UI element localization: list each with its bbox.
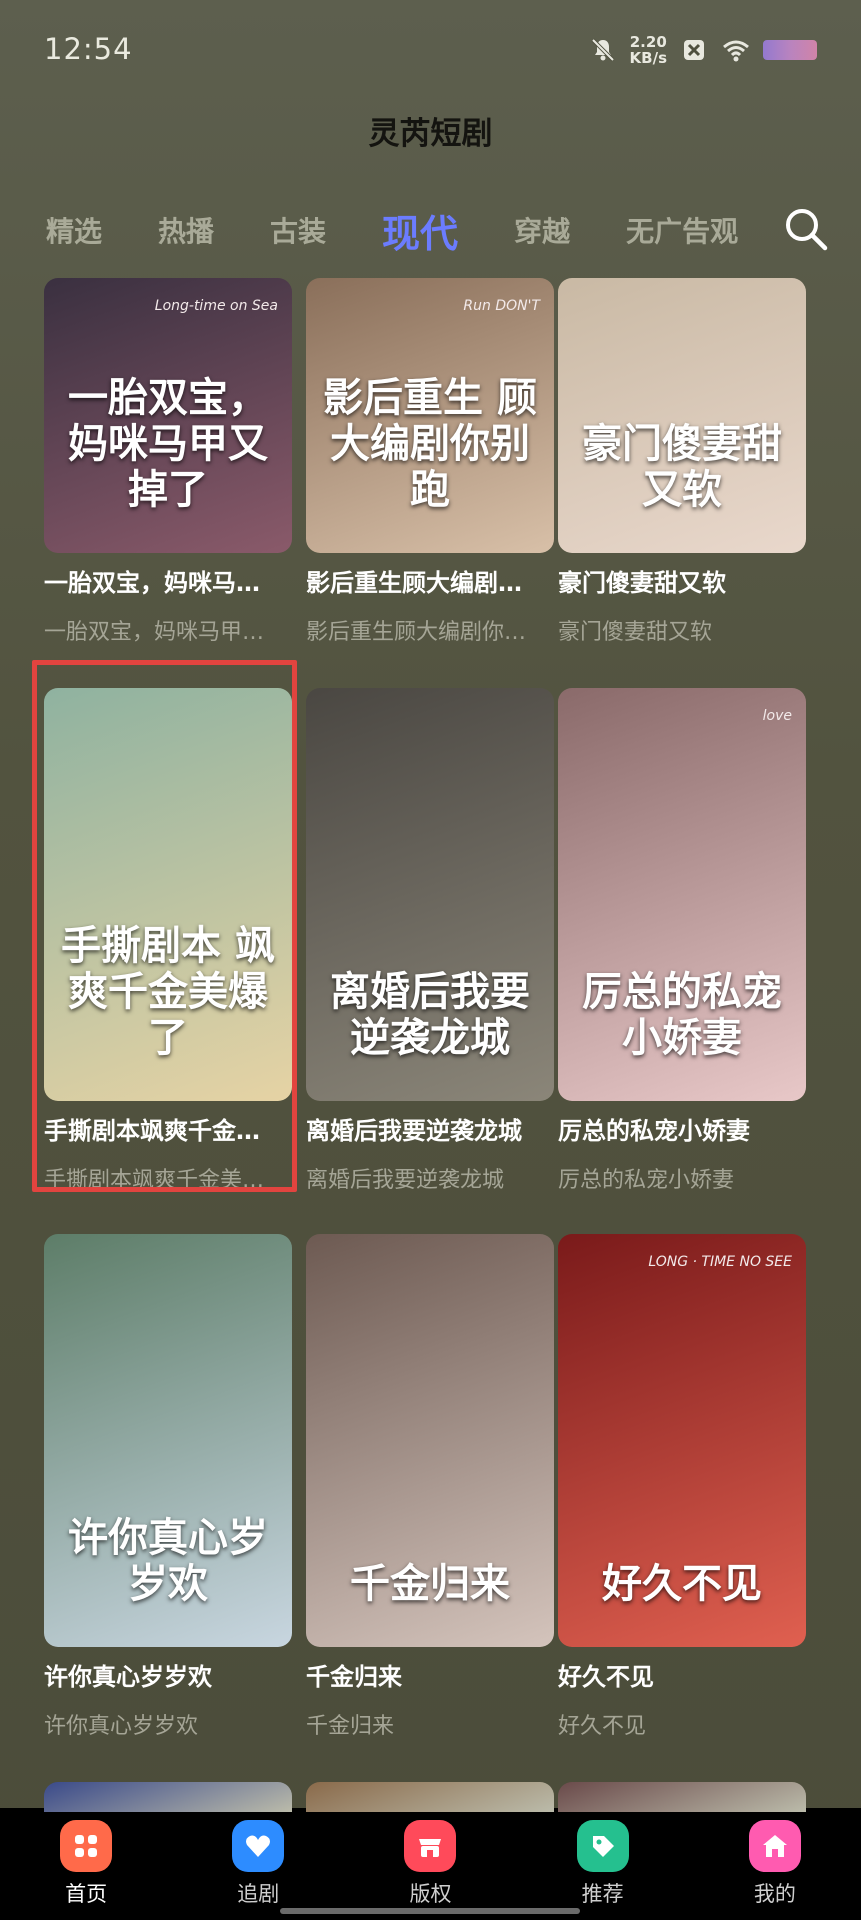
drama-poster[interactable]: 千金归来 — [306, 1234, 554, 1647]
poster-title-art: 影后重生 顾大编剧你别跑 — [323, 374, 537, 513]
poster-subtitle-art: love — [762, 708, 792, 724]
poster-title-art: 许你真心岁岁欢 — [68, 1514, 268, 1607]
bottom-nav: 首页 追剧 版权 推荐 我的 — [0, 1808, 861, 1920]
nav-label: 首页 — [65, 1882, 108, 1906]
drama-title[interactable]: 影后重生顾大编剧… — [306, 563, 568, 598]
drama-poster-peek[interactable] — [44, 1782, 292, 1812]
wifi-icon — [723, 40, 749, 62]
mute-bell-icon — [591, 38, 614, 62]
drama-title[interactable]: 一胎双宝，妈咪马… — [44, 563, 306, 598]
poster-subtitle-art: Run DON'T — [463, 298, 540, 314]
drama-subtitle: 千金归来 — [306, 1714, 395, 1739]
poster-title-art: 手撕剧本 飒爽千金美爆了 — [61, 922, 275, 1061]
tag-icon — [576, 1820, 629, 1872]
drama-poster[interactable]: 手撕剧本 飒爽千金美爆了 — [44, 688, 292, 1101]
drama-card[interactable]: 一胎双宝，妈咪马甲又掉了 Long-time on Sea 一胎双宝，妈咪马… 一胎双… — [44, 278, 292, 646]
tab-4[interactable]: 穿越 — [514, 210, 570, 250]
nav-label: 版权 — [409, 1882, 452, 1906]
drama-subtitle: 许你真心岁岁欢 — [44, 1714, 199, 1739]
drama-subtitle: 手撕剧本飒爽千金美… — [44, 1168, 265, 1193]
drama-poster[interactable]: 离婚后我要逆袭龙城 — [306, 688, 554, 1101]
poster-title-art: 豪门傻妻甜又软 — [582, 420, 782, 513]
poster-title-art: 好久不见 — [602, 1560, 762, 1607]
nav-item-0[interactable]: 首页 — [26, 1820, 146, 1908]
drama-poster-peek[interactable] — [306, 1782, 554, 1812]
drama-poster[interactable]: 许你真心岁岁欢 — [44, 1234, 292, 1647]
poster-subtitle-art: Long-time on Sea — [154, 298, 278, 314]
drama-poster[interactable]: 豪门傻妻甜又软 — [558, 278, 806, 553]
drama-card[interactable]: 厉总的私宠小娇妻 love 厉总的私宠小娇妻 厉总的私宠小娇妻 — [558, 688, 806, 1194]
grid-icon — [60, 1820, 113, 1872]
drama-subtitle: 离婚后我要逆袭龙城 — [306, 1168, 505, 1193]
search-icon[interactable] — [781, 204, 831, 254]
tab-1[interactable]: 热播 — [158, 210, 214, 250]
drama-title[interactable]: 离婚后我要逆袭龙城 — [306, 1111, 568, 1146]
drama-card[interactable]: 豪门傻妻甜又软 豪门傻妻甜又软 豪门傻妻甜又软 — [558, 278, 806, 646]
poster-title-art: 厉总的私宠小娇妻 — [582, 968, 782, 1061]
battery-icon — [763, 40, 817, 60]
drama-subtitle: 豪门傻妻甜又软 — [558, 620, 713, 645]
drama-card[interactable]: 手撕剧本 飒爽千金美爆了 手撕剧本飒爽千金… 手撕剧本飒爽千金美… — [44, 688, 292, 1194]
poster-title-art: 千金归来 — [350, 1560, 510, 1607]
drama-card[interactable]: 千金归来 千金归来 千金归来 — [306, 1234, 554, 1740]
drama-title[interactable]: 好久不见 — [558, 1657, 820, 1692]
store-icon — [404, 1820, 457, 1872]
drama-subtitle: 一胎双宝，妈咪马甲… — [44, 620, 265, 645]
app-title: 灵芮短剧 — [368, 116, 493, 152]
category-tabs: 精选 热播 古装 现代 穿越 无广告观 — [46, 200, 831, 260]
drama-title[interactable]: 千金归来 — [306, 1657, 568, 1692]
drama-poster[interactable]: 好久不见 LONG · TIME NO SEE — [558, 1234, 806, 1647]
poster-title-art: 离婚后我要逆袭龙城 — [330, 968, 530, 1061]
nav-item-3[interactable]: 推荐 — [543, 1820, 663, 1908]
drama-poster-peek[interactable] — [558, 1782, 806, 1812]
network-speed: 2.20 KB/s — [630, 34, 667, 66]
nav-item-2[interactable]: 版权 — [370, 1820, 490, 1908]
nav-item-4[interactable]: 我的 — [715, 1820, 835, 1908]
sim-x-icon — [684, 40, 704, 60]
status-time: 12:54 — [44, 32, 133, 66]
drama-subtitle: 厉总的私宠小娇妻 — [558, 1168, 735, 1193]
nav-label: 追剧 — [237, 1882, 280, 1906]
nav-label: 推荐 — [581, 1882, 624, 1906]
drama-title[interactable]: 厉总的私宠小娇妻 — [558, 1111, 820, 1146]
nav-label: 我的 — [753, 1882, 796, 1906]
tab-2[interactable]: 古装 — [270, 210, 326, 250]
drama-card[interactable]: 影后重生 顾大编剧你别跑 Run DON'T 影后重生顾大编剧… 影后重生顾大编剧你… — [306, 278, 554, 646]
status-icons: 2.20 KB/s — [588, 30, 817, 70]
tab-5[interactable]: 无广告观 — [626, 210, 738, 250]
drama-poster[interactable]: 厉总的私宠小娇妻 love — [558, 688, 806, 1101]
drama-card[interactable]: 好久不见 LONG · TIME NO SEE 好久不见 好久不见 — [558, 1234, 806, 1740]
drama-card[interactable]: 许你真心岁岁欢 许你真心岁岁欢 许你真心岁岁欢 — [44, 1234, 292, 1740]
drama-title[interactable]: 豪门傻妻甜又软 — [558, 563, 820, 598]
poster-title-art: 一胎双宝，妈咪马甲又掉了 — [68, 374, 268, 513]
drama-title[interactable]: 手撕剧本飒爽千金… — [44, 1111, 306, 1146]
drama-card[interactable]: 离婚后我要逆袭龙城 离婚后我要逆袭龙城 离婚后我要逆袭龙城 — [306, 688, 554, 1194]
home-icon — [748, 1820, 801, 1872]
network-speed-unit: KB/s — [629, 49, 667, 67]
tab-0[interactable]: 精选 — [46, 210, 102, 250]
home-indicator — [280, 1908, 580, 1914]
drama-subtitle: 影后重生顾大编剧你… — [306, 620, 527, 645]
tab-3[interactable]: 现代 — [382, 203, 458, 258]
status-bar: 12:54 2.20 KB/s — [0, 0, 861, 100]
drama-poster[interactable]: 一胎双宝，妈咪马甲又掉了 Long-time on Sea — [44, 278, 292, 553]
drama-subtitle: 好久不见 — [558, 1714, 647, 1739]
poster-subtitle-art: LONG · TIME NO SEE — [648, 1254, 792, 1270]
heart-icon — [232, 1820, 285, 1872]
drama-title[interactable]: 许你真心岁岁欢 — [44, 1657, 306, 1692]
network-speed-value: 2.20 — [629, 33, 667, 51]
drama-poster[interactable]: 影后重生 顾大编剧你别跑 Run DON'T — [306, 278, 554, 553]
nav-item-1[interactable]: 追剧 — [198, 1820, 318, 1908]
